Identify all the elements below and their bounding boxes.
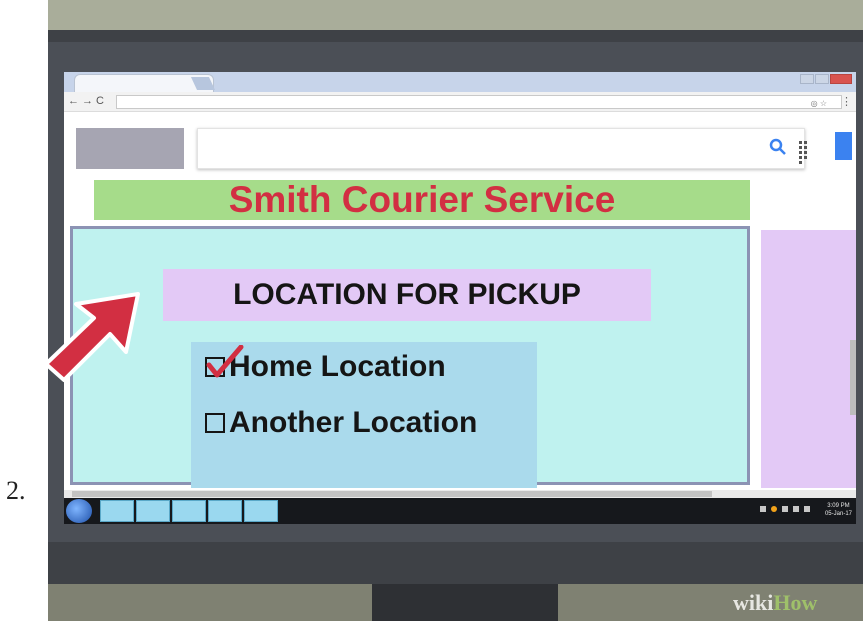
section-heading: LOCATION FOR PICKUP: [163, 269, 651, 321]
reload-icon[interactable]: C: [96, 95, 107, 107]
home-location-checkbox[interactable]: [205, 345, 244, 378]
browser-menu-icon[interactable]: ⋮: [841, 95, 852, 108]
red-arrow-icon: [44, 292, 140, 382]
taskbar-clock[interactable]: 3:09 PM 05-Jan-17: [825, 502, 852, 518]
taskbar: 3:09 PM 05-Jan-17: [64, 498, 856, 524]
address-bar-row: ←→C ◎ ☆ ⋮: [64, 92, 856, 112]
horizontal-scroll-thumb[interactable]: [72, 491, 712, 497]
taskbar-item[interactable]: [100, 500, 134, 522]
logo-placeholder: [76, 128, 184, 169]
flag-icon[interactable]: [782, 506, 788, 512]
sidebar-ad: [761, 230, 856, 488]
site-banner-title: Smith Courier Service: [94, 180, 750, 220]
monitor-stand: [372, 584, 558, 621]
close-window-button[interactable]: [830, 74, 852, 84]
window-controls: [800, 74, 852, 84]
taskbar-item[interactable]: [244, 500, 278, 522]
search-input[interactable]: [197, 128, 805, 169]
another-location-label: Another Location: [229, 406, 478, 439]
forward-icon[interactable]: →: [82, 95, 96, 107]
network-icon[interactable]: [793, 506, 799, 512]
screen: × ←→C ◎ ☆ ⋮: [64, 72, 856, 524]
address-input[interactable]: ◎ ☆: [116, 95, 842, 109]
notification-icon[interactable]: [771, 506, 777, 512]
pickup-form-panel: LOCATION FOR PICKUP Home Location Anothe…: [70, 226, 750, 488]
checkmark-icon: [206, 345, 244, 378]
zoom-star-icon[interactable]: ◎ ☆: [811, 99, 827, 108]
system-tray: [760, 506, 810, 512]
maximize-button[interactable]: [815, 74, 829, 84]
account-button[interactable]: [835, 132, 852, 160]
volume-icon[interactable]: [804, 506, 810, 512]
nav-buttons: ←→C: [68, 95, 107, 107]
option-home-location[interactable]: Home Location: [205, 345, 446, 384]
taskbar-item[interactable]: [136, 500, 170, 522]
taskbar-item[interactable]: [172, 500, 206, 522]
desk-left: [48, 584, 372, 621]
pickup-options: Home Location Another Location: [191, 342, 537, 488]
minimize-button[interactable]: [800, 74, 814, 84]
home-location-label: Home Location: [229, 350, 446, 383]
apps-grid-icon[interactable]: [798, 140, 812, 164]
watermark-logo: wikiHow: [733, 590, 818, 615]
tray-arrow-icon[interactable]: [760, 506, 766, 512]
illustration-stage: 2. wikiHow × ←→C ◎ ☆ ⋮: [0, 0, 863, 621]
another-location-checkbox[interactable]: [205, 413, 225, 433]
back-icon[interactable]: ←: [68, 95, 82, 107]
browser-tab-bar: ×: [64, 72, 856, 92]
horizontal-scrollbar[interactable]: [64, 490, 856, 498]
step-number: 2.: [6, 476, 26, 505]
option-another-location[interactable]: Another Location: [205, 406, 477, 440]
taskbar-item[interactable]: [208, 500, 242, 522]
vertical-scrollbar[interactable]: [850, 340, 856, 415]
start-button[interactable]: [66, 499, 92, 523]
search-icon[interactable]: [768, 137, 788, 157]
